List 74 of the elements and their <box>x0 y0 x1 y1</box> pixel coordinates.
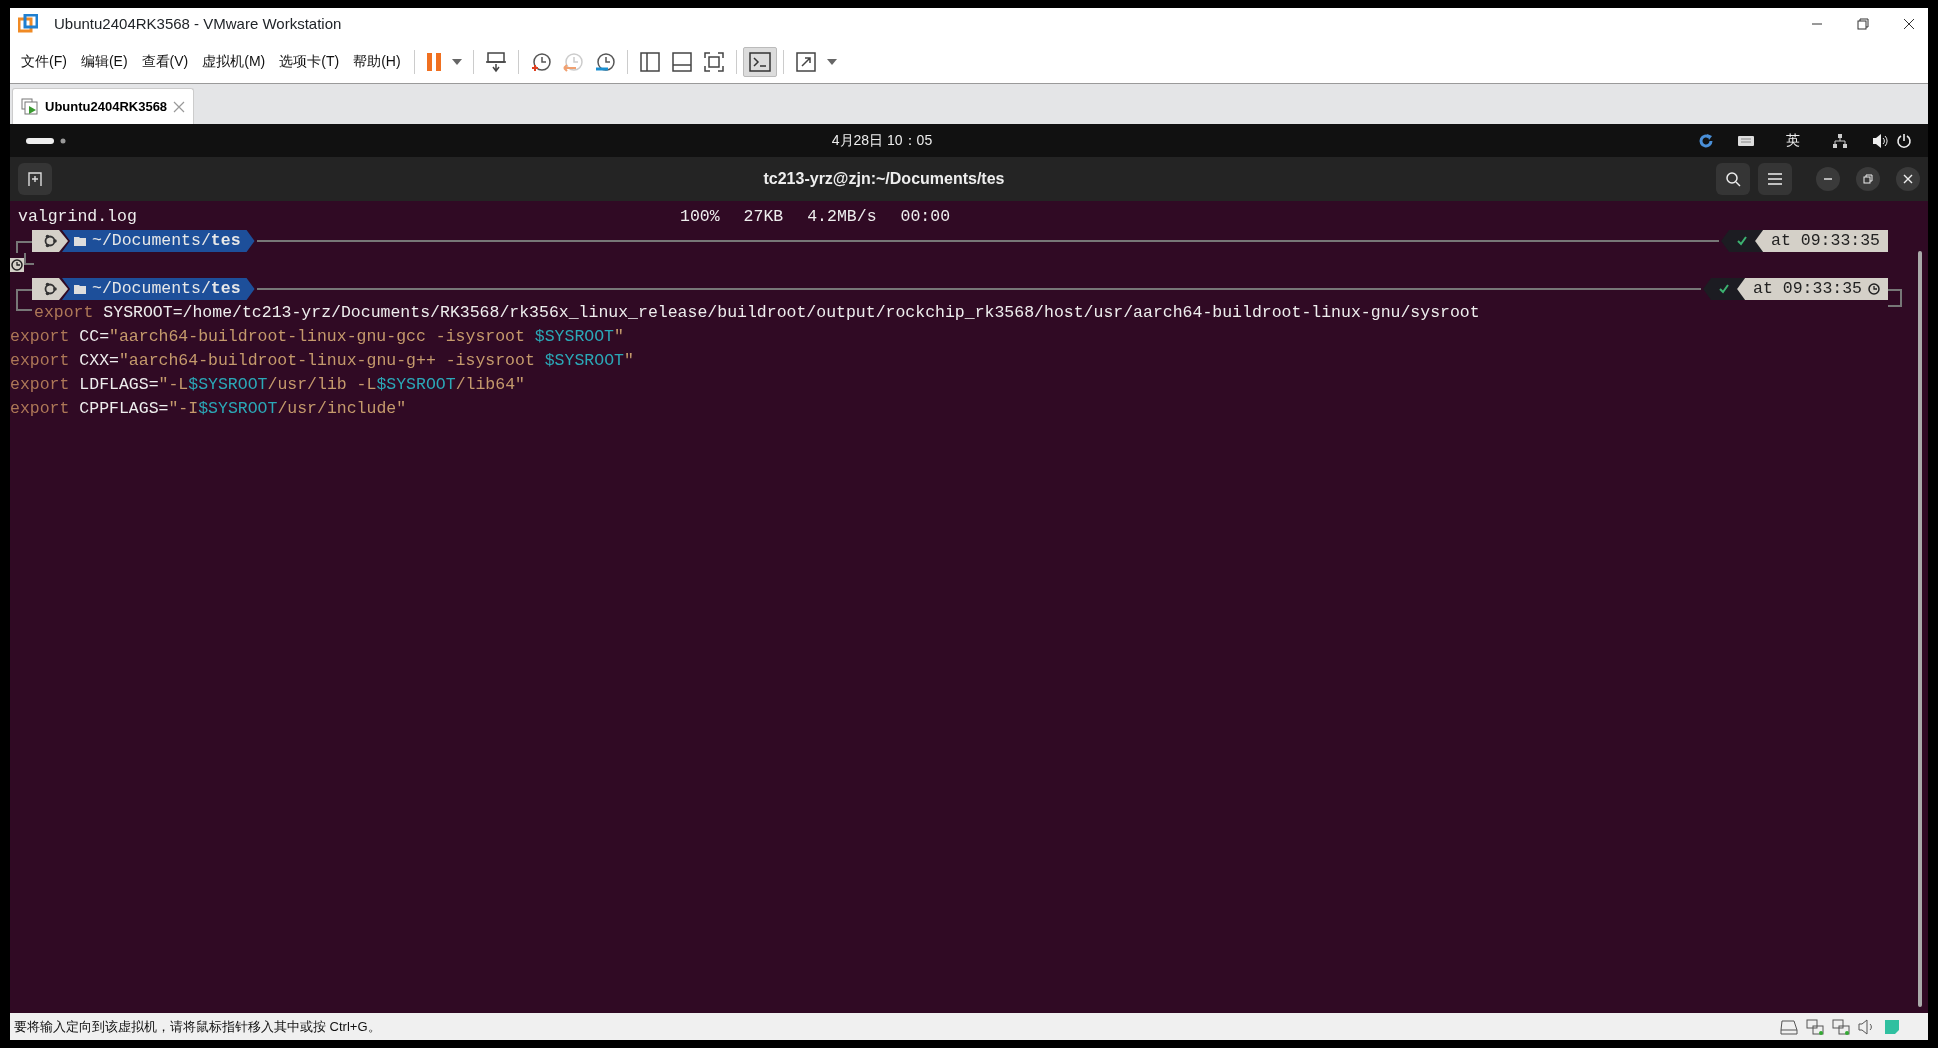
terminal-title: tc213-yrz@zjn:~/Documents/tes <box>763 169 1005 189</box>
distro-logo-icon <box>43 282 57 296</box>
close-icon <box>1903 174 1913 184</box>
menu-item[interactable]: 编辑(E) <box>73 51 135 72</box>
distro-logo-icon <box>43 234 57 248</box>
check-icon <box>1719 284 1730 294</box>
restore-button[interactable] <box>1856 167 1880 191</box>
menu-item[interactable]: 查看(V) <box>134 51 196 72</box>
new-tab-button[interactable] <box>18 163 52 195</box>
menu-icon <box>1768 173 1782 185</box>
restore-icon <box>1857 18 1869 30</box>
time-text: at 09:33:35 <box>1753 278 1862 300</box>
new-tab-icon <box>27 171 43 187</box>
caret-icon <box>451 58 462 65</box>
minimize-button[interactable] <box>1816 167 1840 191</box>
check-icon <box>1737 236 1748 246</box>
menu-item[interactable]: 帮助(H) <box>346 51 408 72</box>
keyboard-icon[interactable] <box>1738 134 1754 147</box>
menu-button[interactable] <box>1758 163 1792 195</box>
close-icon[interactable] <box>173 100 186 113</box>
folder-icon <box>74 284 86 294</box>
clock-plus-icon <box>529 50 552 73</box>
clock-wrench-icon <box>593 50 616 73</box>
pause-icon <box>425 51 442 72</box>
path-text: ~/Documents/tes <box>92 278 241 300</box>
workspace-indicator-icon[interactable] <box>26 136 66 145</box>
code-line: export CPPFLAGS="-I$SYSROOT/usr/include" <box>10 398 408 420</box>
app-logo-icon <box>18 14 38 34</box>
monitor-arrow-icon <box>484 50 507 73</box>
path-text: ~/Documents/tes <box>92 230 241 252</box>
menu-item[interactable]: 文件(F) <box>14 51 74 72</box>
time-text: at 09:33:35 <box>1771 230 1880 252</box>
vm-icon <box>21 97 39 116</box>
frame-icon <box>702 50 725 73</box>
code-line: export CXX="aarch64-buildroot-linux-gnu-g++ -isysroot $SYSROOT" <box>10 350 635 372</box>
search-button[interactable] <box>1716 163 1750 195</box>
restore-icon <box>1863 174 1873 184</box>
network-adapter-icon[interactable] <box>1806 1018 1824 1035</box>
power-icon[interactable] <box>1896 132 1912 149</box>
panel-left-icon <box>638 50 661 73</box>
scrollbar[interactable] <box>1918 251 1922 1007</box>
console-view-button[interactable] <box>742 46 777 77</box>
close-icon <box>1903 18 1915 30</box>
clock[interactable]: 4月28日 10：05 <box>831 130 933 151</box>
transfer-percent: 100% <box>680 206 720 228</box>
code-line: export CC="aarch64-buildroot-linux-gnu-gcc -isysroot $SYSROOT" <box>10 326 625 348</box>
clock-icon <box>10 258 24 272</box>
connector-line <box>1888 289 1902 307</box>
volume-icon[interactable] <box>1872 132 1888 149</box>
close-button[interactable] <box>1896 167 1920 191</box>
transfer-size: 27KB <box>743 206 784 228</box>
vm-tab[interactable]: Ubuntu2404RK3568 <box>12 88 195 124</box>
network-icon[interactable] <box>1832 132 1848 149</box>
menu-item[interactable]: 虚拟机(M) <box>195 51 273 72</box>
input-method-indicator[interactable]: 英 <box>1786 130 1800 151</box>
code-line: export LDFLAGS="-L$SYSROOT/usr/lib -L$SYSROOT/lib64" <box>10 374 526 396</box>
menu-item[interactable]: 选项卡(T) <box>272 51 347 72</box>
transfer-speed: 4.2MB/s <box>807 206 877 228</box>
network-adapter-icon[interactable] <box>1832 1018 1850 1035</box>
file-name: valgrind.log <box>18 206 138 228</box>
clock-icon <box>1868 283 1880 295</box>
expand-icon <box>794 50 817 73</box>
caret-icon <box>826 58 837 65</box>
status-message: 要将输入定向到该虚拟机，请将鼠标指针移入其中或按 Ctrl+G。 <box>14 1017 381 1036</box>
window-title: Ubuntu2404RK3568 - VMware Workstation <box>54 13 342 34</box>
folder-icon <box>74 236 86 246</box>
refresh-icon[interactable] <box>1698 132 1714 149</box>
connector-line <box>16 301 32 311</box>
code-line: export SYSROOT=/home/tc213-yrz/Documents/RK3568/rk356x_linux_release/buildroot/output/rockchip_rk3568/host/usr/aarch64-buildroot-linux-gnu/sysroot <box>34 302 1480 324</box>
search-icon <box>1725 171 1741 187</box>
terminal-icon <box>748 50 771 73</box>
panel-bottom-icon <box>670 50 693 73</box>
minimize-icon <box>1823 178 1833 180</box>
transfer-eta: 00:00 <box>900 206 951 228</box>
